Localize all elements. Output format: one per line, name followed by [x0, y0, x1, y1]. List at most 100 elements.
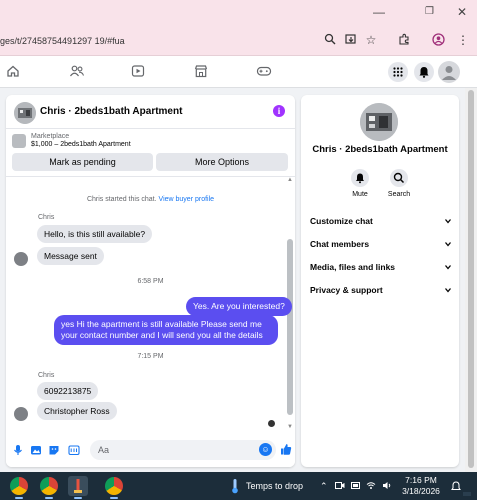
chevron-down-icon	[445, 265, 451, 270]
restore-icon[interactable]: ❐	[425, 6, 434, 18]
notifications-button[interactable]	[414, 62, 434, 82]
section-label: Customize chat	[310, 216, 373, 226]
close-window-icon[interactable]: ✕	[457, 6, 467, 18]
minimize-icon[interactable]: —	[373, 6, 385, 18]
chat-members-section[interactable]: Chat members	[310, 239, 452, 253]
chat-start-text: Chris started this chat.	[86, 196, 157, 203]
gaming-icon[interactable]	[256, 64, 272, 80]
clock-date: 3/18/2026	[402, 486, 440, 496]
app-running-indicator	[45, 497, 53, 499]
microphone-icon[interactable]	[12, 444, 24, 456]
taskbar: Temps to drop ⌃ 7:16 PM 3/18/2026	[0, 472, 477, 500]
install-app-icon[interactable]	[344, 33, 358, 47]
message-bubble-incoming[interactable]: 6092213875	[37, 382, 99, 400]
notification-bell-icon[interactable]	[451, 481, 461, 494]
message-bubble-incoming[interactable]: Christopher Ross	[37, 402, 117, 420]
menu-grid-button[interactable]	[388, 62, 408, 82]
mute-button[interactable]	[351, 169, 369, 187]
chrome-app-icon[interactable]	[40, 477, 58, 495]
mute-label: Mute	[352, 191, 368, 198]
tray-overflow-icon[interactable]: ⌃	[320, 481, 328, 492]
more-options-button[interactable]: More Options	[156, 153, 288, 171]
system-clock[interactable]: 7:16 PM 3/18/2026	[398, 475, 444, 497]
message-list[interactable]: ▲ ▼ Chris started this chat. View buyer …	[6, 177, 295, 433]
app-running-indicator	[15, 497, 23, 499]
chevron-down-icon	[445, 242, 451, 247]
conversation-title: Chris · 2beds1bath Apartment	[312, 144, 448, 155]
chat-start-notice: Chris started this chat. View buyer prof…	[6, 196, 295, 203]
message-bubble-incoming[interactable]: Message sent	[37, 247, 104, 265]
camera-icon[interactable]	[335, 481, 345, 492]
media-files-links-section[interactable]: Media, files and links	[310, 262, 452, 276]
sticker-icon[interactable]	[48, 444, 60, 456]
chrome-app-icon[interactable]	[105, 477, 123, 495]
marketplace-icon[interactable]	[194, 64, 210, 80]
listing-price-title[interactable]: $1,000 – 2beds1bath Apartment	[31, 141, 131, 148]
section-label: Media, files and links	[310, 262, 396, 272]
mark-as-pending-button[interactable]: Mark as pending	[12, 153, 153, 171]
message-composer: Aa ☺	[6, 433, 295, 467]
app-running-indicator	[74, 497, 82, 499]
account-avatar[interactable]	[438, 61, 460, 83]
customize-chat-section[interactable]: Customize chat	[310, 216, 452, 230]
view-buyer-profile-link[interactable]: View buyer profile	[159, 196, 215, 203]
seen-indicator	[268, 420, 275, 427]
photo-icon[interactable]	[30, 444, 42, 456]
chat-title[interactable]: Chris · 2beds1bath Apartment	[40, 106, 182, 117]
message-bubble-outgoing[interactable]: yes Hi the apartment is still available …	[54, 315, 278, 345]
chat-info-icon[interactable]: i	[273, 105, 285, 117]
sender-avatar[interactable]	[14, 252, 28, 266]
chrome-app-icon[interactable]	[10, 477, 28, 495]
home-icon[interactable]	[6, 64, 22, 80]
gif-icon[interactable]	[68, 444, 80, 456]
conversation-avatar[interactable]	[360, 103, 398, 141]
thermometer-icon	[232, 479, 238, 494]
page-scroll-thumb[interactable]	[468, 90, 474, 468]
sender-avatar[interactable]	[14, 407, 28, 421]
video-icon[interactable]	[131, 64, 147, 80]
listing-thumbnail[interactable]	[12, 134, 26, 148]
conversation-info-panel: Chris · 2beds1bath Apartment Mute Search…	[301, 95, 459, 467]
scroll-down-arrow[interactable]: ▼	[287, 424, 293, 430]
page-scrollbar[interactable]	[465, 88, 477, 472]
chevron-down-icon	[445, 219, 451, 224]
browser-title-bar: — ❐ ✕	[0, 0, 477, 26]
section-label: Chat members	[310, 239, 370, 249]
volume-icon[interactable]	[382, 481, 392, 492]
sender-name: Chris	[38, 214, 55, 221]
section-label: Privacy & support	[310, 285, 383, 295]
message-input[interactable]: Aa ☺	[90, 440, 276, 460]
time-divider: 6:58 PM	[137, 278, 164, 285]
message-input-placeholder: Aa	[98, 445, 110, 455]
extensions-icon[interactable]	[397, 33, 411, 47]
time-divider: 7:15 PM	[137, 353, 164, 360]
listing-banner: Marketplace $1,000 – 2beds1bath Apartmen…	[6, 129, 295, 177]
active-app-icon[interactable]	[68, 476, 88, 496]
search-button[interactable]	[390, 169, 408, 187]
chevron-down-icon	[445, 288, 451, 293]
search-label: Search	[387, 191, 411, 198]
browser-menu-icon[interactable]: ⋮	[456, 33, 470, 47]
chat-avatar[interactable]	[14, 102, 36, 124]
weather-widget[interactable]: Temps to drop	[246, 481, 303, 491]
chat-header: Chris · 2beds1bath Apartment i	[6, 95, 295, 129]
profile-icon[interactable]	[431, 33, 445, 47]
friends-icon[interactable]	[69, 64, 85, 80]
battery-icon[interactable]	[351, 481, 361, 492]
zoom-icon[interactable]	[323, 33, 337, 47]
message-bubble-outgoing[interactable]: Yes. Are you interested?	[186, 297, 292, 316]
message-bubble-incoming[interactable]: Hello, is this still available?	[37, 225, 153, 243]
sender-name: Chris	[38, 372, 55, 379]
wifi-icon[interactable]	[366, 481, 376, 492]
clock-time: 7:16 PM	[405, 475, 437, 485]
facebook-nav-bar	[0, 56, 477, 88]
privacy-support-section[interactable]: Privacy & support	[310, 285, 452, 299]
url-text: ges/t/27458754491297 19/#fua	[0, 36, 125, 46]
show-desktop-button[interactable]	[463, 492, 471, 496]
bookmark-star-icon[interactable]: ☆	[364, 33, 378, 47]
chat-scroll-thumb[interactable]	[287, 239, 293, 415]
thumbs-up-icon[interactable]	[280, 443, 292, 455]
chat-panel: Chris · 2beds1bath Apartment i Marketpla…	[6, 95, 295, 467]
emoji-icon[interactable]: ☺	[259, 443, 272, 456]
scroll-up-arrow[interactable]: ▲	[287, 177, 293, 183]
